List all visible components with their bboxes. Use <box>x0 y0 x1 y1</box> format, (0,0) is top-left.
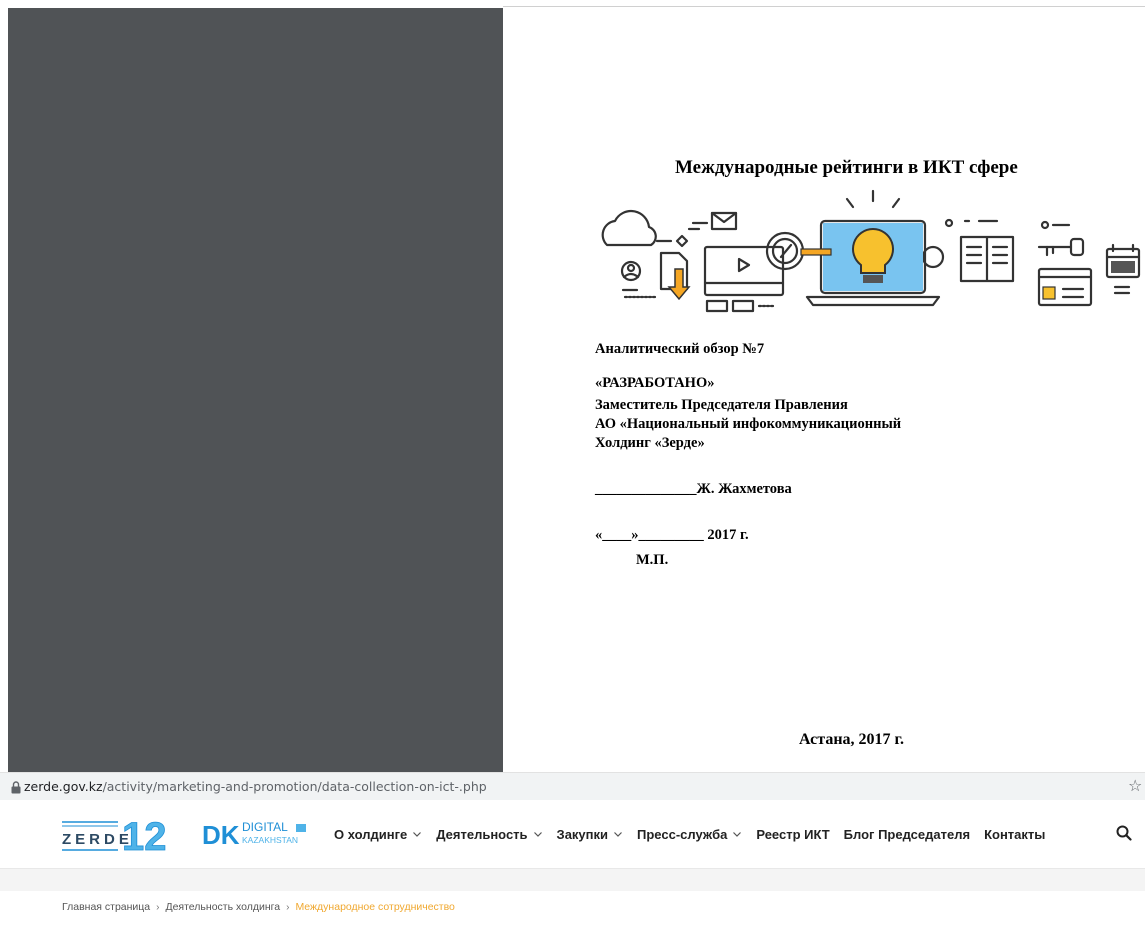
zerde-logo-number: 12 <box>122 815 167 854</box>
ict-illustration <box>601 189 1141 313</box>
organization-line-2: Холдинг «Зерде» <box>595 435 705 451</box>
city-year: Астана, 2017 г. <box>799 731 904 748</box>
review-label: Аналитический обзор №7 <box>595 341 765 357</box>
nav-item-activity[interactable]: Деятельность <box>436 827 542 842</box>
site-header: ZERDE 12 DK DIGITAL KAZAKHSTAN О холдинг… <box>0 800 1145 869</box>
url-path: /activity/marketing-and-promotion/data-c… <box>102 779 487 794</box>
nav-item-about[interactable]: О холдинге <box>334 827 422 842</box>
nav-item-label: Пресс-служба <box>637 826 728 842</box>
nav-item-label: Реестр ИКТ <box>756 826 830 842</box>
dk-logo-mark: DK <box>202 820 240 850</box>
signatory-position: Заместитель Председателя Правления <box>595 397 848 413</box>
organization-line-1: АО «Национальный инфокоммуникационный <box>595 416 902 432</box>
digital-kazakhstan-logo[interactable]: DK DIGITAL KAZAKHSTAN <box>202 816 312 852</box>
nav-item-label: Деятельность <box>436 826 528 842</box>
approved-label: «РАЗРАБОТАНО» <box>595 375 715 391</box>
signature-line: ______________Ж. Жахметова <box>595 481 792 497</box>
breadcrumb-separator: › <box>156 901 160 913</box>
zerde-logo[interactable]: ZERDE 12 <box>62 814 180 854</box>
lock-icon[interactable] <box>10 781 22 794</box>
breadcrumb-current: Международное сотрудничество <box>295 901 455 913</box>
chevron-down-icon <box>733 832 742 837</box>
dk-logo-line2: KAZAKHSTAN <box>242 835 298 845</box>
nav-item-press[interactable]: Пресс-служба <box>637 827 742 842</box>
breadcrumb: Главная страница › Деятельность холдинга… <box>62 901 455 913</box>
nav-item-label: Контакты <box>984 826 1046 842</box>
star-icon[interactable]: ☆ <box>1128 777 1142 795</box>
nav-item-ict-registry[interactable]: Реестр ИКТ <box>756 827 829 842</box>
dk-logo-line1: DIGITAL <box>242 820 288 834</box>
document-viewer: Международные рейтинги в ИКТ сфере Анали… <box>0 0 1145 773</box>
nav-item-contacts[interactable]: Контакты <box>984 827 1045 842</box>
breadcrumb-separator: › <box>286 901 290 913</box>
breadcrumb-activity[interactable]: Деятельность холдинга <box>165 901 280 913</box>
viewer-dark-panel <box>8 8 503 772</box>
nav-item-chairman-blog[interactable]: Блог Председателя <box>844 827 970 842</box>
document-page: Международные рейтинги в ИКТ сфере Анали… <box>503 6 1145 773</box>
url-host: zerde.gov.kz <box>24 779 103 794</box>
seal-label: М.П. <box>636 552 669 568</box>
chevron-down-icon <box>533 832 542 837</box>
chevron-down-icon <box>413 832 422 837</box>
nav-item-label: О холдинге <box>334 826 408 842</box>
date-line: «____»_________ 2017 г. <box>595 527 749 543</box>
nav-item-label: Закупки <box>556 826 609 842</box>
search-icon[interactable] <box>1116 825 1132 841</box>
nav-item-label: Блог Председателя <box>843 826 971 842</box>
header-gray-band <box>0 869 1145 891</box>
chevron-down-icon <box>614 832 622 837</box>
breadcrumb-home[interactable]: Главная страница <box>62 901 150 913</box>
nav-item-procurement[interactable]: Закупки <box>557 827 623 842</box>
main-nav: О холдинге Деятельность Закупки Пресс-сл… <box>334 824 1059 844</box>
url-text[interactable]: zerde.gov.kz/activity/marketing-and-prom… <box>24 779 487 794</box>
document-title: Международные рейтинги в ИКТ сфере <box>675 157 1018 178</box>
browser-address-bar[interactable]: zerde.gov.kz/activity/marketing-and-prom… <box>0 772 1145 801</box>
